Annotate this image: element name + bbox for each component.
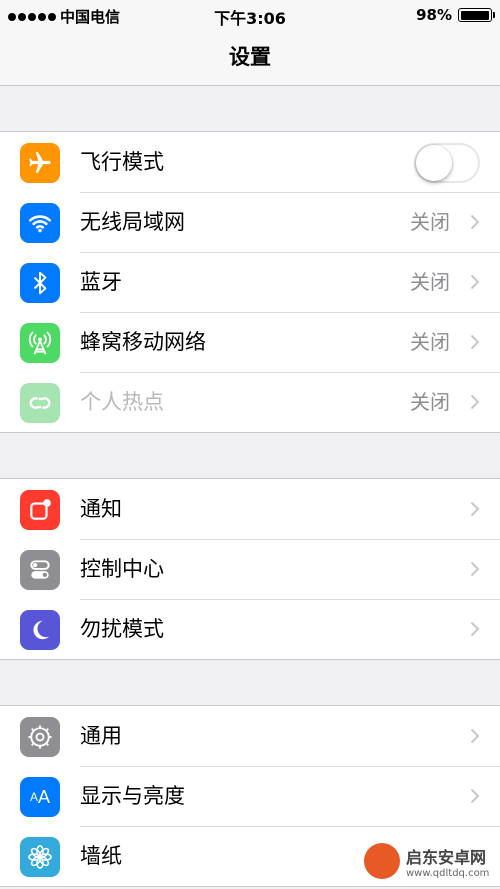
chevron-right-icon bbox=[470, 214, 480, 230]
row-wlan[interactable]: 无线局域网 关闭 bbox=[0, 192, 500, 252]
watermark-logo-icon bbox=[364, 843, 400, 879]
toggle-knob bbox=[416, 145, 452, 181]
chevron-right-icon bbox=[470, 728, 480, 744]
row-value: 关闭 bbox=[410, 330, 450, 354]
chevron-right-icon bbox=[470, 501, 480, 517]
row-personal-hotspot[interactable]: 个人热点 关闭 bbox=[0, 372, 500, 432]
page-title: 设置 bbox=[229, 45, 271, 69]
row-do-not-disturb[interactable]: 勿扰模式 bbox=[0, 599, 500, 659]
row-control-center[interactable]: 控制中心 bbox=[0, 539, 500, 599]
bluetooth-icon bbox=[20, 263, 60, 303]
battery-icon bbox=[458, 8, 495, 22]
chevron-right-icon bbox=[470, 274, 480, 290]
control-center-icon bbox=[20, 550, 60, 590]
watermark-name: 启东安卓网 bbox=[406, 847, 487, 867]
moon-icon bbox=[20, 610, 60, 650]
row-bluetooth[interactable]: 蓝牙 关闭 bbox=[0, 252, 500, 312]
gear-icon bbox=[20, 717, 60, 757]
row-label: 显示与亮度 bbox=[80, 784, 185, 808]
row-airplane-mode[interactable]: 飞行模式 bbox=[0, 132, 500, 192]
row-cellular[interactable]: 蜂窝移动网络 关闭 bbox=[0, 312, 500, 372]
row-notifications[interactable]: 通知 bbox=[0, 479, 500, 539]
chevron-right-icon bbox=[470, 621, 480, 637]
row-label: 蓝牙 bbox=[80, 270, 122, 294]
row-label: 蜂窝移动网络 bbox=[80, 330, 206, 354]
display-brightness-icon: AA bbox=[20, 777, 60, 817]
row-general[interactable]: 通用 bbox=[0, 706, 500, 766]
battery-percent: 98% bbox=[416, 6, 452, 24]
wifi-icon bbox=[20, 203, 60, 243]
notifications-icon bbox=[20, 490, 60, 530]
chevron-right-icon bbox=[470, 394, 480, 410]
chevron-right-icon bbox=[470, 788, 480, 804]
row-label: 个人热点 bbox=[80, 390, 164, 414]
navigation-bar: 设置 bbox=[0, 30, 500, 86]
watermark: 启东安卓网 www.qdltdq.com bbox=[364, 839, 494, 883]
row-label: 勿扰模式 bbox=[80, 617, 164, 641]
row-label: 通用 bbox=[80, 724, 122, 748]
status-bar: 中国电信 下午3:06 98% bbox=[0, 0, 500, 30]
chevron-right-icon bbox=[470, 561, 480, 577]
airplane-mode-toggle[interactable] bbox=[414, 143, 480, 183]
airplane-icon bbox=[20, 143, 60, 183]
hotspot-icon bbox=[20, 383, 60, 423]
row-value: 关闭 bbox=[410, 210, 450, 234]
row-label: 飞行模式 bbox=[80, 150, 164, 174]
chevron-right-icon bbox=[470, 334, 480, 350]
watermark-url: www.qdltdq.com bbox=[406, 867, 490, 879]
row-value: 关闭 bbox=[410, 390, 450, 414]
settings-group-notifications: 通知 控制中心 勿扰模式 bbox=[0, 478, 500, 660]
row-label: 墙纸 bbox=[80, 844, 122, 868]
wallpaper-flower-icon bbox=[20, 837, 60, 877]
settings-group-connectivity: 飞行模式 无线局域网 关闭 蓝牙 关闭 蜂窝移动网络 关闭 个人热点 关闭 bbox=[0, 131, 500, 433]
row-label: 控制中心 bbox=[80, 557, 164, 581]
row-label: 无线局域网 bbox=[80, 210, 185, 234]
cellular-icon bbox=[20, 323, 60, 363]
row-display-brightness[interactable]: AA 显示与亮度 bbox=[0, 766, 500, 826]
row-label: 通知 bbox=[80, 497, 122, 521]
status-right: 98% bbox=[416, 6, 495, 24]
row-value: 关闭 bbox=[410, 270, 450, 294]
